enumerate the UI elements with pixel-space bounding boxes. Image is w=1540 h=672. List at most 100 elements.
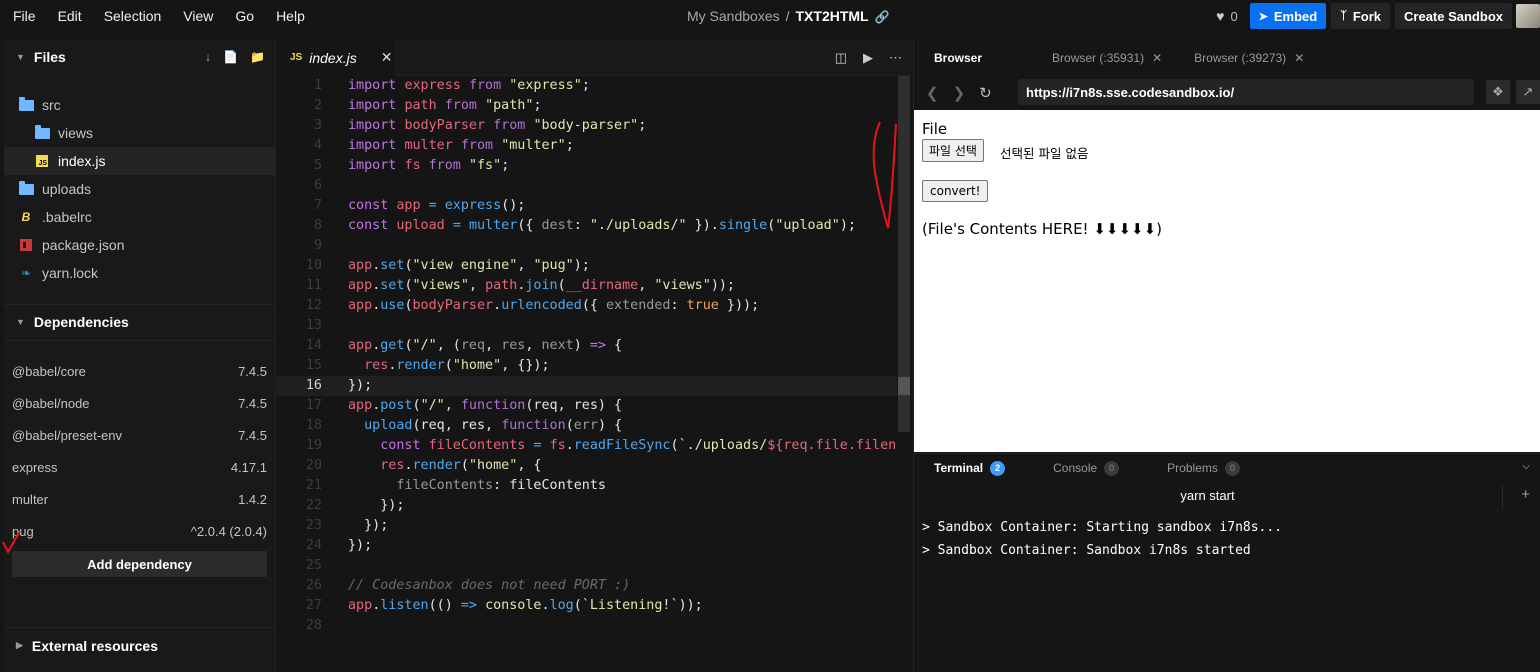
code-line: 9 [277,236,897,256]
dependency-item[interactable]: multer 1.4.2 [4,483,275,515]
code-token: ( [404,298,413,313]
code-token: render [396,358,445,373]
caret-down-icon: ▼ [16,52,25,62]
create-sandbox-button[interactable]: Create Sandbox [1395,3,1512,29]
fork-button[interactable]: ᛉ Fork [1331,3,1391,29]
code-token: set [380,278,405,293]
url-input[interactable]: https://i7n8s.sse.codesandbox.io/ [1018,79,1474,105]
code-line: 1 import express from "express"; [277,76,897,96]
code-token: ( [573,598,582,613]
terminal-command[interactable]: yarn start [914,488,1501,503]
code-token: path [485,278,518,293]
line-text: app.post("/", function(req, res) { [348,396,622,416]
code-token: . [565,438,574,453]
code-token: urlencoded [501,298,582,313]
code-token: function [460,398,526,413]
tab-browser-35931[interactable]: Browser (:35931) ✕ [1052,51,1162,65]
back-icon[interactable]: ❮ [926,84,939,102]
code-token: ; [581,78,590,93]
dependency-item[interactable]: express 4.17.1 [4,451,275,483]
reload-icon[interactable]: ↻ [979,84,992,102]
forward-icon[interactable]: ❯ [953,84,966,102]
tab-index-js[interactable]: JS index.js ✕ [277,39,395,76]
code-area[interactable]: 1 import express from "express"; 2 import p… [277,76,897,672]
new-folder-icon[interactable]: 📁 [250,50,265,64]
dependency-item[interactable]: @babel/node 7.4.5 [4,387,275,419]
code-token: true [686,298,719,313]
dependency-version: 7.4.5 [238,395,267,411]
avatar[interactable] [1516,4,1540,28]
code-token: from [468,78,502,93]
scrollbar-thumb[interactable] [898,377,910,395]
code-token: ( [412,398,421,413]
line-number: 21 [305,478,322,493]
dependency-item[interactable]: @babel/preset-env 7.4.5 [4,419,275,451]
preview-icon[interactable]: ▶ [863,50,873,66]
add-terminal-icon[interactable]: + [1521,486,1530,503]
menu-edit[interactable]: Edit [58,8,82,24]
sandbox-title[interactable]: TXT2HTML [796,8,869,24]
line-number: 20 [305,458,322,473]
close-icon[interactable]: ✕ [1152,51,1162,65]
tab-console[interactable]: Console 0 [1053,460,1120,476]
menu-go[interactable]: Go [235,8,254,24]
close-icon[interactable]: ✕ [1294,51,1304,65]
code-token: "pug" [533,258,574,273]
dependency-item[interactable]: pug ^2.0.4 (2.0.4) [4,515,275,547]
line-text: }); [348,536,372,556]
line-text: import bodyParser from "body-parser"; [348,116,646,136]
code-token: , [485,338,502,353]
embed-button[interactable]: ➤ Embed [1249,3,1327,29]
tree-item[interactable]: uploads [4,175,275,203]
more-icon[interactable]: ⋯ [889,50,902,66]
open-new-window-icon[interactable]: ↗ [1516,80,1540,104]
tree-item[interactable]: ❧ yarn.lock [4,259,275,287]
chevron-down-icon[interactable]: ⌵ [1522,461,1530,472]
code-token: app [348,298,373,313]
tab-browser[interactable]: Browser [934,51,982,65]
convert-button[interactable]: convert! [922,180,989,202]
breadcrumb-parent[interactable]: My Sandboxes [687,8,780,24]
split-view-icon[interactable]: ◫ [835,50,847,66]
tree-item[interactable]: views [4,119,275,147]
link-icon[interactable]: 🔗 [875,10,890,24]
line-text: app.set("view engine", "pug"); [348,256,590,276]
line-text: app.get("/", (req, res, next) => { [348,336,622,356]
dependency-item[interactable]: @babel/core 7.4.5 [4,355,275,387]
menu-file[interactable]: File [13,8,36,24]
tree-item[interactable]: JS index.js [4,147,275,175]
code-line: 16}); [277,376,897,396]
code-token: get [380,338,405,353]
tree-item[interactable]: B .babelrc [4,203,275,231]
dependency-list: @babel/core 7.4.5 @babel/node 7.4.5 @babel/p… [4,355,275,547]
code-token: ); [573,258,590,273]
tab-browser-39273[interactable]: Browser (:39273) ✕ [1194,51,1304,65]
close-icon[interactable]: ✕ [381,49,393,66]
line-number: 10 [305,258,322,273]
add-dependency-button[interactable]: Add dependency [12,551,267,577]
tab-terminal[interactable]: Terminal 2 [934,460,1006,476]
line-number: 18 [305,418,322,433]
download-icon[interactable]: ↓ [205,50,211,64]
devtools-icon[interactable]: ❖ [1486,80,1510,104]
tab-problems[interactable]: Problems 0 [1167,460,1240,476]
tree-item[interactable]: package.json [4,231,275,259]
new-file-icon[interactable]: 📄 [223,50,238,64]
tree-item[interactable]: src [4,91,275,119]
choose-file-button[interactable]: 파일 선택 [922,139,984,162]
code-token: { [606,338,623,353]
count-badge: 0 [1224,460,1240,476]
menu-help[interactable]: Help [276,8,305,24]
line-number: 8 [313,218,322,233]
code-token: ( [444,358,453,373]
external-resources-header[interactable]: ▶ External resources [4,627,275,663]
menu-selection[interactable]: Selection [104,8,162,24]
menu-view[interactable]: View [183,8,213,24]
like-counter[interactable]: ♥ 0 [1216,8,1238,24]
dependencies-panel-header[interactable]: ▼ Dependencies [4,305,275,339]
line-number: 15 [305,358,322,373]
code-token: , [638,278,655,293]
code-token: console [485,598,542,613]
